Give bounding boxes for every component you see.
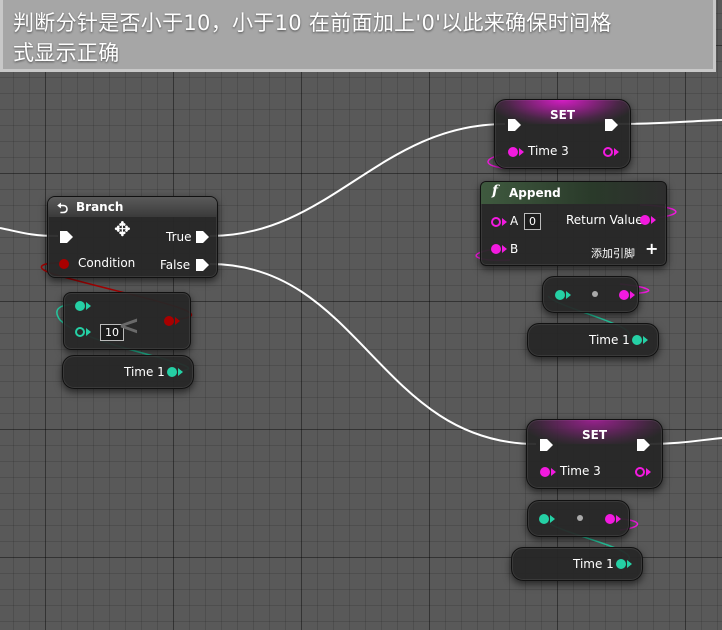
conv-bottom-out-arrow [616,515,621,523]
less-than-b-arrow [86,328,91,336]
set-top-output-pin[interactable] [603,147,613,157]
less-than-a-pin[interactable] [75,301,85,311]
branch-header: ⮌ Branch [48,197,217,217]
time1-getter-left[interactable]: Time 1 [62,355,194,389]
append-return-arrow [651,216,656,224]
conv-top-out-arrow [630,291,635,299]
time1-getter-top-arrow [643,336,648,344]
less-than-a-arrow [86,302,91,310]
set-node-bottom[interactable]: SET Time 3 [526,419,663,489]
conv-top-dot [592,291,598,297]
branch-node[interactable]: ⮌ Branch ✥ True Condition False [47,196,218,278]
plus-icon[interactable]: + [645,239,658,258]
time1-getter-left-arrow [178,368,183,376]
time1-getter-bottom-arrow [627,560,632,568]
set-bottom-value-pin[interactable] [540,467,550,477]
conv-top-in-pin[interactable] [555,290,565,300]
time1-getter-bottom-label: Time 1 [573,557,614,571]
append-title: Append [509,186,561,200]
branch-condition-label: Condition [78,256,136,270]
branch-title: Branch [76,200,124,214]
time1-getter-top-pin[interactable] [632,335,642,345]
less-than-node[interactable]: 10 < [63,292,191,350]
conv-top-in-arrow [566,291,571,299]
append-header: f Append [481,182,666,204]
conv-bottom-dot [577,515,583,521]
conv-top-out-pin[interactable] [619,290,629,300]
append-a-value[interactable]: 0 [524,213,541,230]
less-than-b-pin[interactable] [75,327,85,337]
less-than-return-arrow [175,317,180,325]
time1-getter-bottom[interactable]: Time 1 [511,547,643,581]
append-b-label: B [510,242,519,256]
set-bottom-output-pin[interactable] [635,467,645,477]
append-a-arrow [502,218,507,226]
append-b-arrow [502,245,507,253]
time1-getter-bottom-pin[interactable] [616,559,626,569]
time1-getter-left-label: Time 1 [124,365,165,379]
comment-banner: 判断分针是否小于10，小于10 在前面加上'0'以此来确保时间格 式显示正确 [0,0,716,72]
set-top-output-arrow [614,148,619,156]
append-node[interactable]: f Append A 0 Return Value B 添加引脚 + [480,181,667,266]
move-cursor-icon: ✥ [114,217,131,241]
function-icon: f [492,183,499,199]
time1-getter-top[interactable]: Time 1 [527,323,659,357]
branch-true-label: True [166,230,192,244]
conv-bottom-out-pin[interactable] [605,514,615,524]
append-b-pin[interactable] [491,244,501,254]
int-to-string-node-top[interactable] [542,276,639,313]
conv-bottom-in-arrow [550,515,555,523]
append-a-pin[interactable] [491,217,501,227]
less-than-operator: < [118,311,140,341]
less-than-return-pin[interactable] [164,316,174,326]
set-top-pin-label: Time 3 [528,144,569,158]
time1-getter-left-pin[interactable] [167,367,177,377]
time1-getter-top-label: Time 1 [589,333,630,347]
branch-condition-pin[interactable] [59,259,69,269]
set-bottom-pin-label: Time 3 [560,464,601,478]
append-add-pin-label[interactable]: 添加引脚 [591,245,635,261]
branch-icon: ⮌ [57,201,69,217]
append-return-pin[interactable] [640,215,650,225]
conv-bottom-in-pin[interactable] [539,514,549,524]
append-a-label: A [510,214,519,228]
set-bottom-output-arrow [646,468,651,476]
set-bottom-value-arrow [551,468,556,476]
set-top-value-pin[interactable] [508,147,518,157]
set-top-value-arrow [519,148,524,156]
set-node-top[interactable]: SET Time 3 [494,99,631,169]
comment-line-1: 判断分针是否小于10，小于10 在前面加上'0'以此来确保时间格 [13,11,612,35]
int-to-string-node-bottom[interactable] [527,500,630,537]
comment-line-2: 式显示正确 [13,41,120,65]
branch-false-label: False [160,258,191,272]
append-return-label: Return Value [566,213,643,227]
